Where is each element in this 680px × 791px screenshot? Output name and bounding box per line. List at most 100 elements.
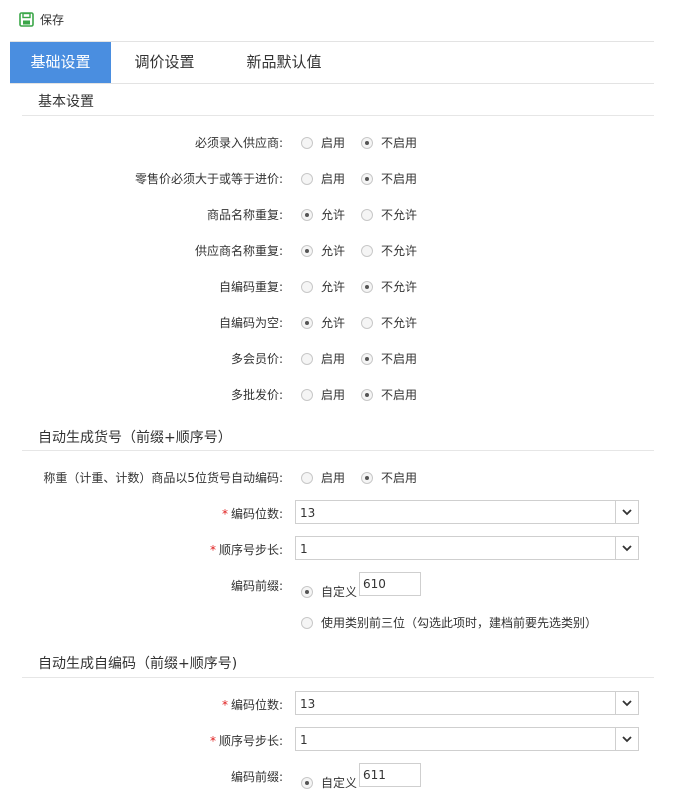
item-no-digits-label: * 编码位数: xyxy=(222,505,283,522)
multi-wholesale-price-option-2-radio[interactable]: 不启用 xyxy=(361,386,417,403)
radio-label: 自定义 xyxy=(321,585,358,599)
weigh-disable-radio[interactable]: 不启用 xyxy=(361,469,417,486)
self-code-empty-label: 自编码为空: xyxy=(218,316,283,330)
required-mark: * xyxy=(221,507,228,521)
radio-label: 启用 xyxy=(321,136,346,150)
radio-dot xyxy=(301,471,313,484)
item-name-duplicate-option-2-radio[interactable]: 不允许 xyxy=(361,206,417,223)
retail-gte-purchase-option-1-radio[interactable]: 启用 xyxy=(301,170,345,187)
section-divider xyxy=(22,677,654,678)
radio-label: 不启用 xyxy=(381,388,418,402)
item-no-prefix-label: 编码前缀: xyxy=(230,579,283,593)
tab-new-item-defaults[interactable]: 新品默认值 xyxy=(228,42,340,83)
retail-gte-purchase-row: 零售价必须大于或等于进价: 启用 不启用 xyxy=(0,168,680,188)
chevron-down-icon[interactable] xyxy=(615,692,638,714)
radio-dot xyxy=(301,776,313,789)
tab-price-settings[interactable]: 调价设置 xyxy=(121,42,208,83)
self-code-duplicate-option-1-radio[interactable]: 允许 xyxy=(301,278,345,295)
radio-dot xyxy=(361,280,373,293)
tab-basic-settings[interactable]: 基础设置 xyxy=(10,42,111,83)
weigh-setting-label: 称重（计重、计数）商品以5位货号自动编码: xyxy=(43,471,283,485)
save-button[interactable]: 保存 xyxy=(19,10,64,28)
radio-dot xyxy=(301,388,313,401)
item-name-duplicate-row: 商品名称重复: 允许 不允许 xyxy=(0,204,680,224)
self-code-prefix-row: 编码前缀: 自定义 xyxy=(0,766,680,790)
retail-gte-purchase-label: 零售价必须大于或等于进价: xyxy=(134,172,283,186)
require-supplier-row: 必须录入供应商: 启用 不启用 xyxy=(0,132,680,152)
multi-member-price-option-2-radio[interactable]: 不启用 xyxy=(361,350,417,367)
require-supplier-option-2-radio[interactable]: 不启用 xyxy=(361,134,417,151)
self-code-prefix-input[interactable]: 611 xyxy=(359,763,421,787)
radio-label: 不启用 xyxy=(381,352,418,366)
section-title-basic: 基本设置 xyxy=(38,94,94,110)
radio-label: 允许 xyxy=(321,208,346,222)
radio-label: 不启用 xyxy=(381,471,418,485)
radio-dot xyxy=(301,208,313,221)
self-code-step-label: * 顺序号步长: xyxy=(210,732,283,749)
select-value: 13 xyxy=(300,697,316,711)
radio-dot xyxy=(301,352,313,365)
select-value: 13 xyxy=(300,506,316,520)
radio-label: 不启用 xyxy=(381,136,418,150)
require-supplier-label: 必须录入供应商: xyxy=(194,136,283,150)
radio-dot xyxy=(361,172,373,185)
field-label: 顺序号步长: xyxy=(218,734,283,748)
self-code-empty-option-2-radio[interactable]: 不允许 xyxy=(361,314,417,331)
item-no-prefix-input[interactable]: 610 xyxy=(359,572,421,596)
retail-gte-purchase-option-2-radio[interactable]: 不启用 xyxy=(361,170,417,187)
item-no-step-select[interactable]: 1 xyxy=(295,536,639,560)
chevron-down-icon[interactable] xyxy=(615,501,638,523)
self-code-duplicate-option-2-radio[interactable]: 不允许 xyxy=(361,278,417,295)
radio-dot xyxy=(301,280,313,293)
self-code-empty-row: 自编码为空: 允许 不允许 xyxy=(0,312,680,332)
item-no-prefix-category-radio[interactable]: 使用类别前三位（勾选此项时，建档前要先选类别） xyxy=(301,614,597,631)
radio-label: 不允许 xyxy=(381,280,418,294)
item-no-prefix-custom-radio[interactable]: 自定义 xyxy=(301,583,357,600)
multi-wholesale-price-option-1-radio[interactable]: 启用 xyxy=(301,386,345,403)
radio-label: 允许 xyxy=(321,280,346,294)
radio-dot xyxy=(361,316,373,329)
select-value: 1 xyxy=(300,733,308,747)
self-code-duplicate-row: 自编码重复: 允许 不允许 xyxy=(0,276,680,296)
radio-dot xyxy=(301,244,313,257)
item-no-step-label: * 顺序号步长: xyxy=(210,541,283,558)
chevron-down-icon[interactable] xyxy=(615,728,638,750)
radio-dot xyxy=(301,316,313,329)
item-name-duplicate-option-1-radio[interactable]: 允许 xyxy=(301,206,345,223)
weigh-setting-row: 称重（计重、计数）商品以5位货号自动编码: 启用 不启用 xyxy=(0,467,680,487)
supplier-name-duplicate-option-2-radio[interactable]: 不允许 xyxy=(361,242,417,259)
radio-label: 不允许 xyxy=(381,316,418,330)
self-code-empty-option-1-radio[interactable]: 允许 xyxy=(301,314,345,331)
weigh-enable-radio[interactable]: 启用 xyxy=(301,469,345,486)
supplier-name-duplicate-option-1-radio[interactable]: 允许 xyxy=(301,242,345,259)
chevron-down-icon[interactable] xyxy=(615,537,638,559)
self-code-digits-select[interactable]: 13 xyxy=(295,691,639,715)
radio-label: 不允许 xyxy=(381,244,418,258)
section-title-auto-item-no: 自动生成货号（前缀+顺序号） xyxy=(38,430,232,446)
radio-dot xyxy=(301,585,313,598)
required-mark: * xyxy=(209,734,216,748)
radio-dot xyxy=(301,172,313,185)
tab-bar: 基础设置 调价设置 新品默认值 xyxy=(10,41,654,84)
multi-member-price-option-1-radio[interactable]: 启用 xyxy=(301,350,345,367)
radio-dot xyxy=(301,616,313,629)
require-supplier-option-1-radio[interactable]: 启用 xyxy=(301,134,345,151)
self-code-digits-label: * 编码位数: xyxy=(222,696,283,713)
radio-dot xyxy=(361,136,373,149)
radio-label: 不允许 xyxy=(381,208,418,222)
select-value: 1 xyxy=(300,542,308,556)
radio-dot xyxy=(361,244,373,257)
field-label: 编码位数: xyxy=(230,698,283,712)
section-divider xyxy=(22,115,654,116)
self-code-prefix-custom-radio[interactable]: 自定义 xyxy=(301,774,357,791)
self-code-step-select[interactable]: 1 xyxy=(295,727,639,751)
toolbar: 保存 xyxy=(0,0,680,38)
save-icon xyxy=(19,11,34,27)
supplier-name-duplicate-label: 供应商名称重复: xyxy=(194,244,283,258)
item-name-duplicate-label: 商品名称重复: xyxy=(206,208,283,222)
radio-dot xyxy=(361,208,373,221)
self-code-duplicate-label: 自编码重复: xyxy=(218,280,283,294)
item-no-digits-select[interactable]: 13 xyxy=(295,500,639,524)
supplier-name-duplicate-row: 供应商名称重复: 允许 不允许 xyxy=(0,240,680,260)
radio-label: 允许 xyxy=(321,244,346,258)
